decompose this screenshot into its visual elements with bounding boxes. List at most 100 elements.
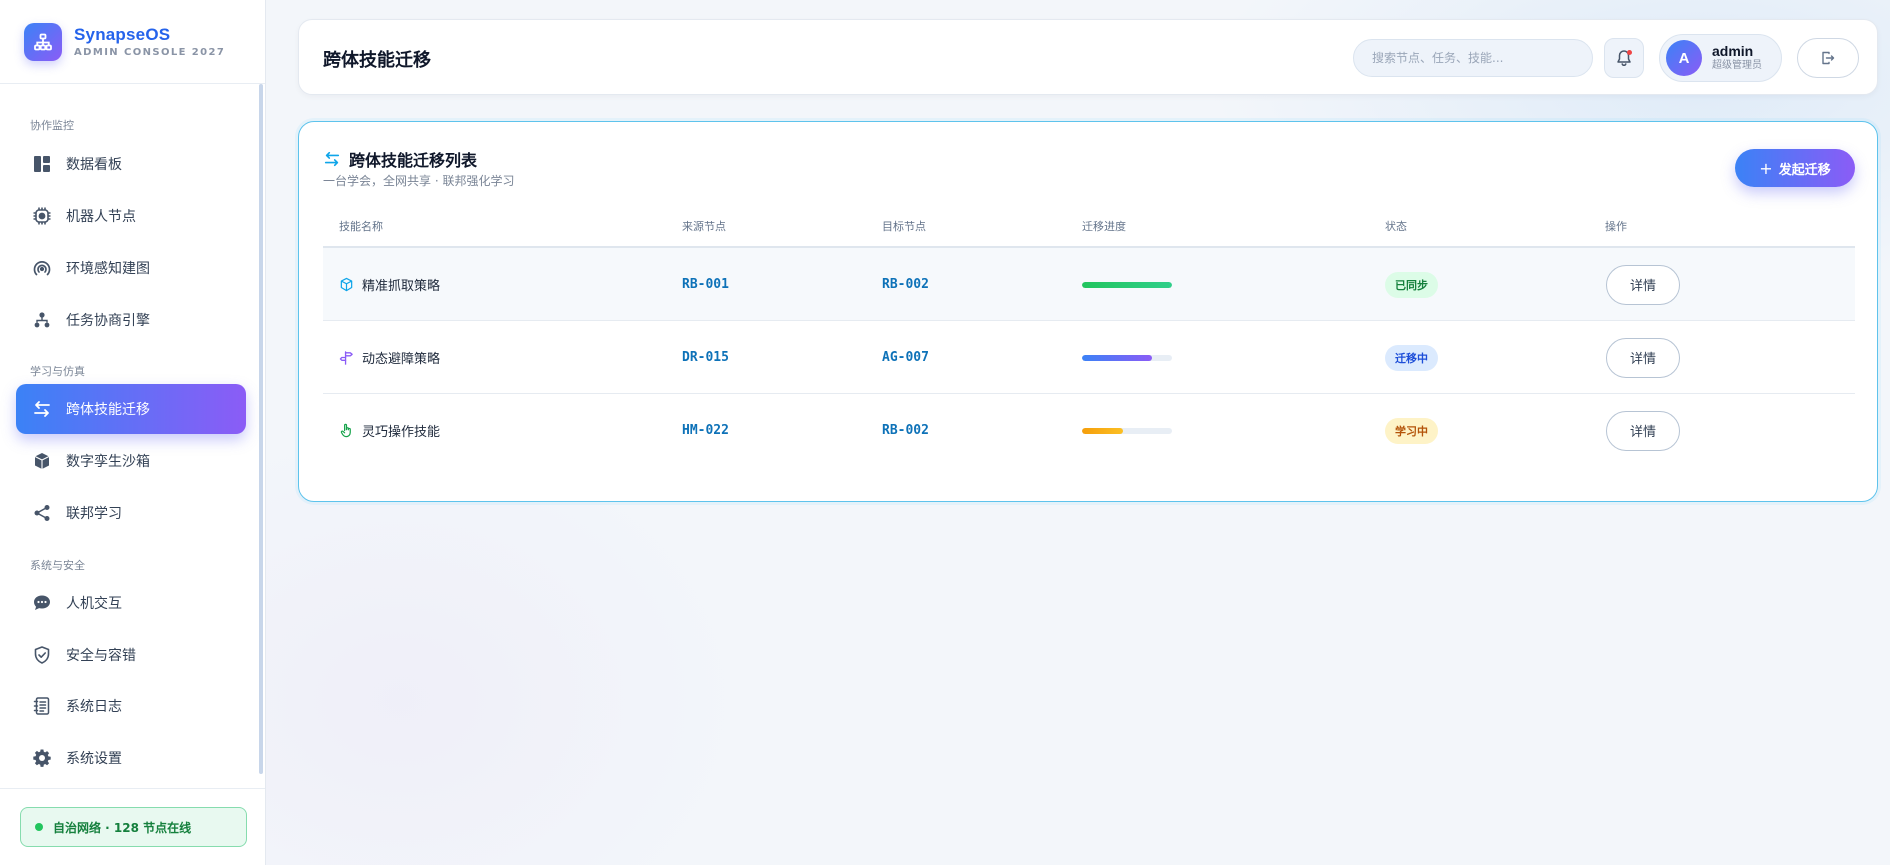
sidebar-item-robot-nodes[interactable]: 机器人节点 — [16, 191, 246, 241]
brand[interactable]: SynapseOS ADMIN CONSOLE 2027 — [0, 0, 265, 84]
detail-button[interactable]: 详情 — [1606, 410, 1680, 451]
sidebar-item-hri[interactable]: 人机交互 — [16, 578, 246, 628]
nav-section-learning: 学习与仿真 — [30, 365, 85, 378]
nav-section-monitoring: 协作监控 — [30, 119, 74, 132]
sidebar-item-digital-twin[interactable]: 数字孪生沙箱 — [16, 436, 246, 486]
status-cell: 迁移中 — [1385, 321, 1438, 394]
log-book-icon — [32, 696, 52, 716]
skill-cell: 精准抓取策略 — [339, 248, 440, 321]
status-badge: 迁移中 — [1385, 344, 1438, 371]
sidebar-item-mapping[interactable]: 环境感知建图 — [16, 243, 246, 293]
status-dot-icon — [35, 823, 43, 831]
brand-subtitle: ADMIN CONSOLE 2027 — [74, 47, 226, 58]
sidebar-item-label: 环境感知建图 — [66, 261, 150, 277]
source-node: HM-022 — [682, 423, 729, 438]
column-header-target: 目标节点 — [882, 220, 926, 233]
card-title: 跨体技能迁移列表 — [323, 147, 477, 171]
column-header-action: 操作 — [1605, 220, 1627, 233]
chat-bubble-icon — [32, 593, 52, 613]
detail-button[interactable]: 详情 — [1606, 264, 1680, 305]
network-status-badge: 自治网络 · 128 节点在线 — [20, 807, 247, 847]
sidebar-item-label: 人机交互 — [66, 596, 122, 612]
swap-arrows-icon — [323, 150, 341, 168]
table-row[interactable]: 动态避障策略 DR-015 AG-007 迁移中 详情 — [323, 321, 1855, 394]
sidebar-scrollbar[interactable] — [259, 84, 263, 774]
table-row[interactable]: 精准抓取策略 RB-001 RB-002 已同步 详情 — [323, 248, 1855, 321]
hierarchy-icon — [32, 310, 52, 330]
top-header: 跨体技能迁移 A admin 超级管理员 — [298, 19, 1878, 95]
source-node: DR-015 — [682, 350, 729, 365]
avatar: A — [1666, 40, 1702, 76]
target-node: AG-007 — [882, 350, 929, 365]
sidebar-item-settings[interactable]: 系统设置 — [16, 733, 246, 783]
signpost-icon — [339, 350, 354, 365]
column-header-status: 状态 — [1385, 220, 1407, 233]
sidebar-footer: 自治网络 · 128 节点在线 — [0, 788, 265, 865]
gear-icon — [32, 748, 52, 768]
notification-button[interactable] — [1604, 38, 1644, 78]
action-cell: 详情 — [1606, 321, 1680, 394]
swap-arrows-icon — [32, 399, 52, 419]
action-cell: 详情 — [1606, 248, 1680, 321]
progress-fill — [1082, 354, 1153, 361]
sidebar-item-label: 数据看板 — [66, 157, 122, 173]
start-transfer-label: 发起迁移 — [1778, 162, 1831, 178]
status-cell: 已同步 — [1385, 248, 1438, 321]
network-logo-icon — [24, 22, 62, 61]
action-cell: 详情 — [1606, 394, 1680, 467]
progress-cell — [1082, 394, 1172, 467]
sidebar-item-label: 跨体技能迁移 — [66, 402, 150, 418]
column-header-source: 来源节点 — [682, 220, 726, 233]
status-cell: 学习中 — [1385, 394, 1438, 467]
dashboard-icon — [32, 154, 52, 174]
start-transfer-button[interactable]: + 发起迁移 — [1735, 149, 1855, 187]
progress-cell — [1082, 248, 1172, 321]
sidebar-item-safety[interactable]: 安全与容错 — [16, 630, 246, 680]
sidebar-item-task-engine[interactable]: 任务协商引擎 — [16, 295, 246, 345]
sidebar-item-skill-transfer[interactable]: 跨体技能迁移 — [16, 384, 246, 434]
target-node: RB-002 — [882, 277, 929, 292]
card-subtitle: 一台学会，全网共享 · 联邦强化学习 — [323, 174, 515, 188]
skill-cell: 动态避障策略 — [339, 321, 440, 394]
skill-name: 灵巧操作技能 — [362, 425, 441, 440]
table-row[interactable]: 灵巧操作技能 HM-022 RB-002 学习中 详情 — [323, 394, 1855, 467]
table-header: 技能名称 来源节点 目标节点 迁移进度 状态 操作 — [323, 202, 1855, 248]
user-menu[interactable]: A admin 超级管理员 — [1659, 34, 1782, 82]
skill-name: 精准抓取策略 — [362, 279, 441, 294]
user-name: admin — [1712, 43, 1754, 59]
progress-fill — [1082, 427, 1123, 434]
signal-arcs-icon — [32, 258, 52, 278]
sidebar-item-logs[interactable]: 系统日志 — [16, 681, 246, 731]
nav-section-system: 系统与安全 — [30, 559, 85, 572]
plus-icon: + — [1759, 158, 1773, 178]
target-node: RB-002 — [882, 423, 929, 438]
network-status-text: 自治网络 · 128 节点在线 — [53, 820, 192, 835]
sidebar: SynapseOS ADMIN CONSOLE 2027 协作监控 数据看板 机… — [0, 0, 266, 865]
share-nodes-icon — [32, 503, 52, 523]
sidebar-item-label: 系统设置 — [66, 751, 122, 767]
column-header-skill: 技能名称 — [339, 220, 383, 233]
sidebar-item-dashboard[interactable]: 数据看板 — [16, 139, 246, 189]
cpu-chip-icon — [32, 206, 52, 226]
user-role: 超级管理员 — [1712, 60, 1762, 71]
sidebar-item-label: 数字孪生沙箱 — [66, 454, 150, 470]
detail-button[interactable]: 详情 — [1606, 337, 1680, 378]
logout-button[interactable] — [1797, 38, 1859, 78]
shield-check-icon — [32, 645, 52, 665]
sidebar-item-federated[interactable]: 联邦学习 — [16, 488, 246, 538]
logout-icon — [1822, 51, 1835, 65]
progress-bar — [1082, 427, 1172, 434]
progress-bar — [1082, 354, 1172, 361]
sidebar-item-label: 系统日志 — [66, 699, 122, 715]
sidebar-item-label: 联邦学习 — [66, 506, 122, 522]
progress-bar — [1082, 281, 1172, 288]
notification-dot — [1627, 50, 1632, 55]
column-header-progress: 迁移进度 — [1082, 220, 1126, 233]
progress-cell — [1082, 321, 1172, 394]
sidebar-item-label: 任务协商引擎 — [66, 313, 150, 329]
card-title-text: 跨体技能迁移列表 — [349, 151, 478, 170]
source-node: RB-001 — [682, 277, 729, 292]
transfer-table: 技能名称 来源节点 目标节点 迁移进度 状态 操作 精准抓取策略 RB-001 … — [323, 202, 1855, 467]
sidebar-item-label: 安全与容错 — [66, 648, 136, 664]
search-input[interactable] — [1353, 39, 1593, 77]
